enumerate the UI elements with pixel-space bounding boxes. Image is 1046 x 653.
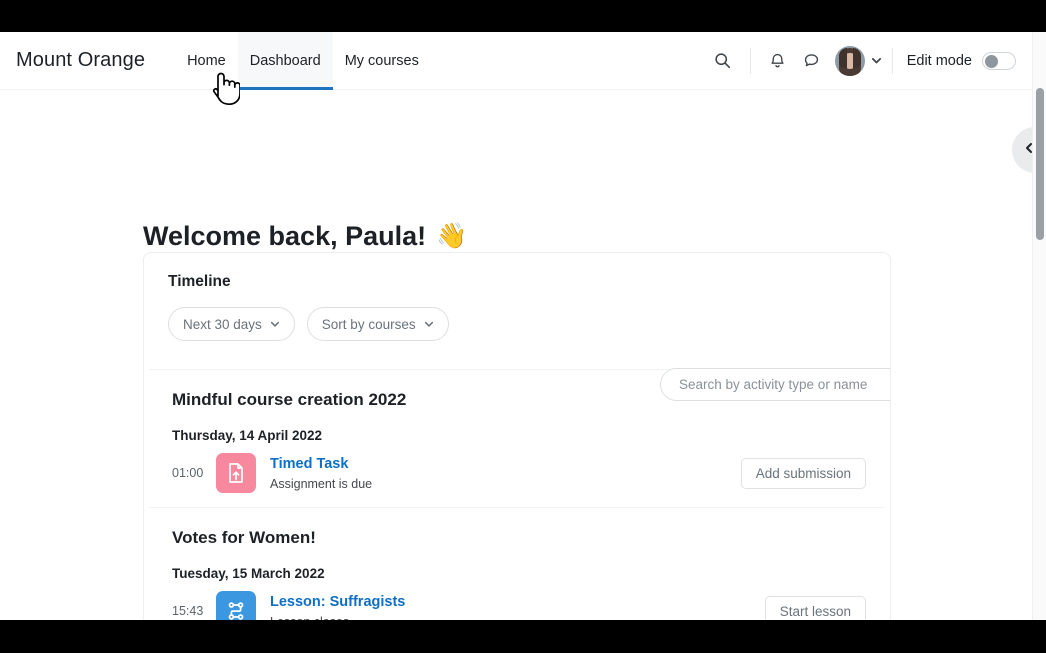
start-lesson-button[interactable]: Start lesson [764, 595, 866, 620]
welcome-text: Welcome back, Paula! [143, 221, 427, 252]
edit-mode-toggle[interactable] [982, 51, 1016, 70]
event-date: Tuesday, 15 March 2022 [172, 566, 325, 581]
event-time: 15:43 [172, 604, 204, 618]
date-filter-label: Next 30 days [183, 316, 262, 332]
event-text: Lesson: Suffragists Lesson closes [270, 593, 405, 620]
chevron-down-icon [871, 55, 882, 66]
sort-filter-label: Sort by courses [321, 316, 416, 332]
search-icon[interactable] [706, 44, 740, 78]
nav-item-my-courses[interactable]: My courses [333, 32, 431, 90]
timeline-card: Timeline Next 30 days Sort by courses Se… [143, 252, 891, 620]
course-name: Votes for Women! [172, 528, 316, 547]
event-action: Start lesson [764, 595, 866, 620]
search-input[interactable] [677, 376, 890, 393]
nav-label-home: Home [187, 52, 226, 69]
nav-label-dashboard: Dashboard [249, 52, 321, 69]
page-content: Welcome back, Paula! 👋 Timeline Next 30 … [0, 90, 1032, 620]
nav-item-home[interactable]: Home [175, 32, 238, 90]
course-block: Votes for Women! Tuesday, 15 March 2022 … [144, 528, 890, 620]
nav-label-my-courses: My courses [344, 52, 419, 69]
chat-bubble-icon[interactable] [795, 44, 829, 78]
nav-item-dashboard[interactable]: Dashboard [237, 32, 333, 90]
browser-viewport: Mount Orange Home Dashboard My courses E… [0, 32, 1046, 620]
chevron-down-icon [424, 319, 434, 329]
page-title: Welcome back, Paula! 👋 [143, 221, 467, 252]
header-divider-2 [891, 47, 893, 74]
lesson-icon [216, 591, 256, 620]
wave-emoji: 👋 [436, 222, 468, 251]
event-time: 01:00 [172, 466, 204, 480]
event-date: Thursday, 14 April 2022 [172, 428, 323, 443]
event-title-link[interactable]: Lesson: Suffragists [270, 593, 405, 612]
browser-bottom-chrome [0, 620, 1046, 653]
page-scrollbar[interactable] [1032, 32, 1046, 620]
toggle-knob [985, 54, 998, 68]
course-block: Mindful course creation 2022 Thursday, 1… [144, 390, 890, 507]
event-text: Timed Task Assignment is due [270, 455, 372, 491]
date-filter-dropdown[interactable]: Next 30 days [168, 307, 295, 341]
site-brand[interactable]: Mount Orange [16, 49, 145, 72]
timeline-title: Timeline [168, 273, 231, 290]
timeline-search[interactable] [660, 368, 890, 401]
timeline-filters: Next 30 days Sort by courses [168, 307, 890, 341]
browser-top-chrome [0, 0, 1046, 32]
screen: Mount Orange Home Dashboard My courses E… [0, 0, 1046, 653]
user-menu[interactable] [834, 45, 882, 76]
chevron-down-icon [270, 319, 280, 329]
scrollbar-thumb[interactable] [1036, 88, 1044, 240]
sort-filter-dropdown[interactable]: Sort by courses [306, 307, 449, 341]
header-divider-1 [749, 47, 751, 74]
header-actions: Edit mode [706, 32, 1032, 90]
timeline-event-row: 15:43 Lesson: Suffragists Start lesson [144, 581, 890, 620]
event-action: Add submission [740, 457, 866, 489]
site-header: Mount Orange Home Dashboard My courses E… [0, 32, 1032, 90]
timeline-event-row: 01:00 Timed Task Assignment is due Add s… [144, 443, 890, 507]
event-title-link[interactable]: Timed Task [270, 455, 372, 474]
edit-mode-control[interactable]: Edit mode [906, 51, 1016, 70]
timeline-divider-1 [149, 507, 885, 508]
primary-nav: Home Dashboard My courses [175, 32, 431, 90]
assignment-icon [216, 453, 256, 493]
avatar [834, 45, 865, 76]
add-submission-button[interactable]: Add submission [740, 457, 866, 489]
event-subtitle: Assignment is due [270, 476, 373, 491]
bell-icon[interactable] [761, 44, 795, 78]
edit-mode-label: Edit mode [906, 52, 972, 69]
